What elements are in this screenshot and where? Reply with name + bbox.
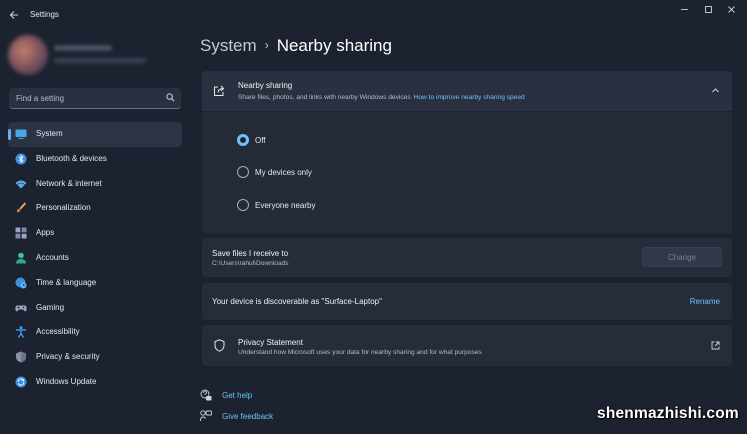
globe-clock-icon <box>15 277 27 289</box>
save-location-path: C:\Users\rahul\Downloads <box>212 260 289 267</box>
sidebar-item-privacy[interactable]: Privacy & security <box>8 345 182 370</box>
maximize-button[interactable] <box>697 4 719 18</box>
search-placeholder: Find a setting <box>16 94 65 103</box>
sidebar-item-apps[interactable]: Apps <box>8 221 182 246</box>
breadcrumb: System › Nearby sharing <box>200 36 392 56</box>
sidebar-item-label: Personalization <box>36 203 91 213</box>
radio-button-checked[interactable] <box>237 134 249 146</box>
gamepad-icon <box>15 305 27 311</box>
shield-icon <box>16 351 26 363</box>
change-button[interactable]: Change <box>642 247 722 267</box>
close-button[interactable] <box>720 4 742 18</box>
sidebar-item-label: Network & internet <box>36 178 102 188</box>
sidebar-item-accounts[interactable]: Accounts <box>8 246 182 271</box>
discoverable-card: Your device is discoverable as "Surface-… <box>202 283 732 320</box>
save-location-title: Save files I receive to <box>212 249 289 258</box>
brush-icon <box>16 202 27 214</box>
back-arrow-icon[interactable] <box>6 7 22 23</box>
app-title: Settings <box>30 10 59 19</box>
nearby-sharing-header[interactable]: Nearby sharing Share files, photos, and … <box>202 71 732 111</box>
sharing-speed-link[interactable]: How to improve nearby sharing speed <box>414 94 525 101</box>
sidebar-item-label: Accessibility <box>36 327 80 337</box>
help-chat-icon <box>200 389 212 401</box>
avatar[interactable] <box>8 35 48 75</box>
title-bar: Settings <box>0 0 747 32</box>
search-icon <box>166 93 175 102</box>
user-name-blurred <box>54 45 112 51</box>
shield-icon <box>214 339 225 352</box>
radio-button[interactable] <box>237 166 249 178</box>
user-email-blurred <box>54 58 146 63</box>
privacy-subtitle: Understand how Microsoft uses your data … <box>238 349 482 356</box>
feedback-icon <box>200 410 212 422</box>
breadcrumb-parent[interactable]: System <box>200 36 257 55</box>
get-help-label[interactable]: Get help <box>222 391 252 400</box>
radio-label: Off <box>255 136 266 145</box>
nearby-sharing-options: Off My devices only Everyone nearby <box>202 112 732 233</box>
sidebar-item-bluetooth[interactable]: Bluetooth & devices <box>8 147 182 172</box>
apps-grid-icon <box>15 227 27 239</box>
radio-label: My devices only <box>255 168 312 177</box>
privacy-title: Privacy Statement <box>238 338 303 347</box>
save-location-card: Save files I receive to C:\Users\rahul\D… <box>202 238 732 277</box>
accessibility-icon <box>16 326 26 339</box>
monitor-icon <box>15 129 27 139</box>
sidebar-item-label: Time & language <box>36 277 97 287</box>
sidebar-item-personalization[interactable]: Personalization <box>8 196 182 221</box>
watermark: shenmazhishi.com <box>597 405 739 422</box>
sidebar-item-windows-update[interactable]: Windows Update <box>8 370 182 395</box>
bluetooth-icon <box>15 153 27 165</box>
radio-label: Everyone nearby <box>255 201 316 210</box>
nearby-sharing-description: Share files, photos, and links with near… <box>238 94 411 101</box>
privacy-statement-card[interactable]: Privacy Statement Understand how Microso… <box>202 325 732 366</box>
sidebar-item-label: Bluetooth & devices <box>36 153 107 163</box>
breadcrumb-separator: › <box>264 38 269 52</box>
share-icon <box>214 85 225 96</box>
chevron-up-icon[interactable] <box>711 86 720 95</box>
update-icon <box>15 376 27 388</box>
sidebar-item-label: Gaming <box>36 302 65 312</box>
nearby-sharing-title: Nearby sharing <box>238 81 293 90</box>
external-link-icon[interactable] <box>711 341 720 350</box>
sidebar-item-system[interactable]: System <box>8 122 182 147</box>
wifi-icon <box>15 180 27 189</box>
page-title: Nearby sharing <box>276 36 392 55</box>
sidebar-item-network[interactable]: Network & internet <box>8 172 182 197</box>
sidebar-item-label: Apps <box>36 228 55 238</box>
search-input[interactable]: Find a setting <box>9 88 181 109</box>
give-feedback-label[interactable]: Give feedback <box>222 412 273 421</box>
nearby-sharing-subtitle: Share files, photos, and links with near… <box>238 94 525 101</box>
sidebar-item-label: Windows Update <box>36 376 97 386</box>
discoverable-text: Your device is discoverable as "Surface-… <box>212 297 382 306</box>
sidebar-nav: System Bluetooth & devices Network & int… <box>8 122 182 395</box>
sidebar-item-accessibility[interactable]: Accessibility <box>8 320 182 345</box>
sidebar-item-label: System <box>36 129 63 138</box>
sidebar-item-label: Accounts <box>36 252 69 262</box>
rename-link[interactable]: Rename <box>690 297 720 306</box>
sidebar-item-gaming[interactable]: Gaming <box>8 296 182 321</box>
radio-button[interactable] <box>237 199 249 211</box>
person-icon <box>16 252 26 264</box>
sidebar-item-time-language[interactable]: Time & language <box>8 271 182 296</box>
minimize-button[interactable] <box>673 4 695 18</box>
sidebar-item-label: Privacy & security <box>36 352 100 362</box>
